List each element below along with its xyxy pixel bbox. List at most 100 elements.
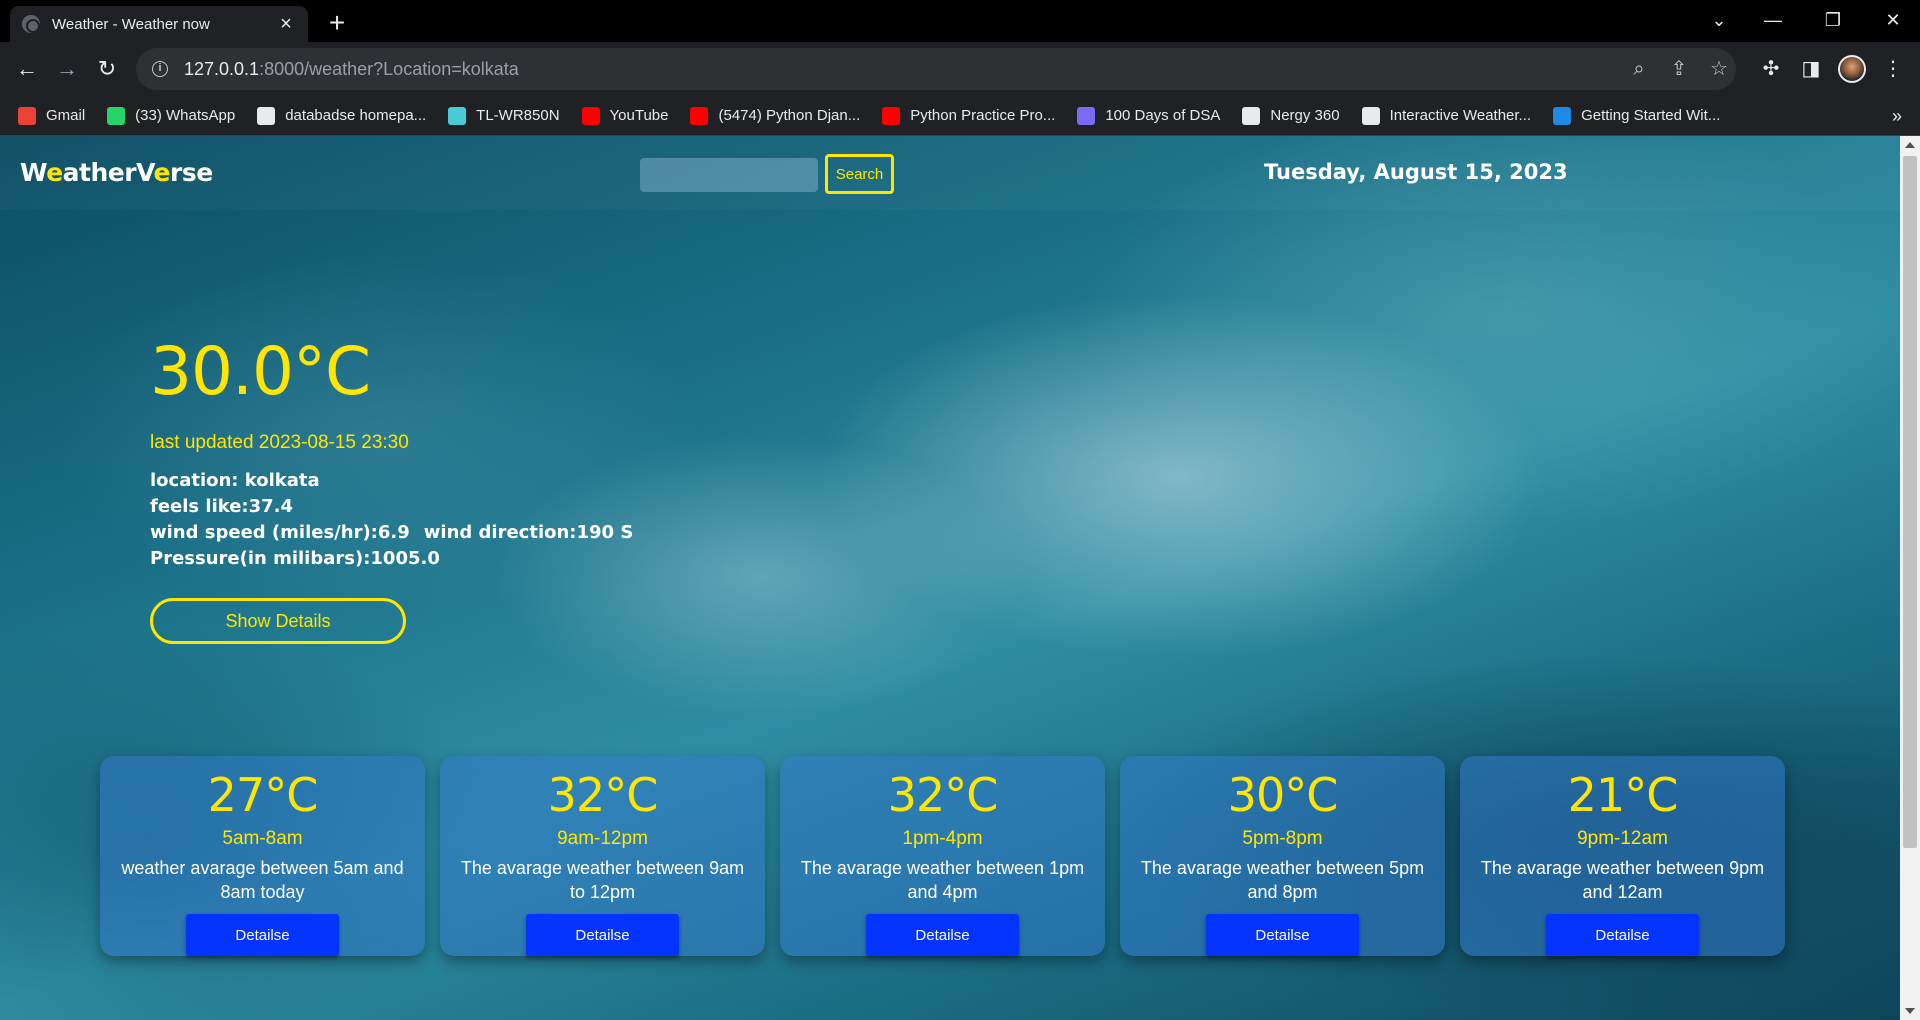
- scroll-down-icon[interactable]: [1905, 1008, 1915, 1014]
- forecast-details-button[interactable]: Detailse: [186, 914, 339, 956]
- forecast-description: The avarage weather between 9am to 12pm: [460, 858, 745, 902]
- bookmark-label: Gmail: [46, 107, 86, 124]
- forecast-details-button[interactable]: Detailse: [1206, 914, 1359, 956]
- forecast-description: The avarage weather between 5pm and 8pm: [1140, 858, 1425, 902]
- share-icon[interactable]: ⇪: [1666, 56, 1692, 82]
- bookmark-item[interactable]: databadse homepa...: [257, 106, 427, 125]
- bookmark-favicon-icon: [107, 106, 126, 125]
- forecast-time-range: 1pm-4pm: [902, 828, 983, 849]
- bookmark-item[interactable]: (33) WhatsApp: [107, 106, 236, 125]
- bookmark-label: TL-WR850N: [476, 107, 560, 124]
- forecast-temperature: 27°C: [207, 768, 319, 822]
- weather-info: location: kolkata feels like:37.4 wind s…: [150, 468, 633, 572]
- bookmark-label: (5474) Python Djan...: [718, 107, 861, 124]
- back-button[interactable]: ←: [12, 54, 42, 84]
- bookmark-favicon-icon: [1242, 106, 1261, 125]
- extensions-icon[interactable]: ✣: [1756, 54, 1786, 84]
- current-weather: 30.0°C last updated 2023-08-15 23:30 loc…: [150, 332, 633, 644]
- wind-direction-text: wind direction:190 S: [423, 522, 634, 543]
- bookmark-favicon-icon: [257, 106, 276, 125]
- bookmark-label: Getting Started Wit...: [1581, 107, 1721, 124]
- forecast-time-range: 9pm-12am: [1577, 828, 1668, 849]
- current-date: Tuesday, August 15, 2023: [1264, 160, 1568, 184]
- tab-title: Weather - Weather now: [52, 15, 210, 33]
- bookmark-item[interactable]: TL-WR850N: [448, 106, 560, 125]
- forecast-card: 32°C 1pm-4pm The avarage weather between 1…: [780, 756, 1105, 956]
- bookmark-star-icon[interactable]: ☆: [1706, 56, 1732, 82]
- forecast-temperature: 21°C: [1567, 768, 1679, 822]
- bookmark-favicon-icon: [882, 106, 901, 125]
- scrollbar-thumb[interactable]: [1903, 156, 1917, 848]
- forecast-time-range: 9am-12pm: [557, 828, 648, 849]
- bookmark-item[interactable]: YouTube: [581, 106, 669, 125]
- reload-button[interactable]: ↻: [92, 54, 122, 84]
- forecast-card: 27°C 5am-8am weather avarage between 5am a…: [100, 756, 425, 956]
- forecast-temperature: 30°C: [1227, 768, 1339, 822]
- site-info-icon[interactable]: i: [152, 61, 168, 77]
- bookmark-favicon-icon: [1077, 106, 1096, 125]
- bookmark-item[interactable]: Getting Started Wit...: [1553, 106, 1721, 125]
- url-text[interactable]: 127.0.0.1:8000/weather?Location=kolkata: [184, 59, 519, 80]
- forecast-time-range: 5pm-8pm: [1242, 828, 1323, 849]
- page-scrollbar[interactable]: [1900, 136, 1920, 1020]
- bookmark-favicon-icon: [448, 106, 467, 125]
- feels-like-text: feels like:37.4: [150, 496, 294, 517]
- profile-avatar[interactable]: [1838, 55, 1866, 83]
- bookmark-label: Nergy 360: [1270, 107, 1340, 124]
- forecast-card: 21°C 9pm-12am The avarage weather between …: [1460, 756, 1785, 956]
- forecast-card: 30°C 5pm-8pm The avarage weather between 5…: [1120, 756, 1445, 956]
- minimize-button[interactable]: —: [1746, 0, 1800, 40]
- forecast-details-button[interactable]: Detailse: [1546, 914, 1699, 956]
- bookmark-label: (33) WhatsApp: [135, 107, 236, 124]
- bookmark-favicon-icon: [18, 106, 36, 125]
- close-tab-icon[interactable]: ×: [276, 14, 296, 34]
- bookmark-label: databadse homepa...: [285, 107, 427, 124]
- browser-tab[interactable]: Weather - Weather now ×: [10, 6, 308, 42]
- brand-logo[interactable]: WeatherVerse: [20, 158, 213, 187]
- site-navbar: WeatherVerse Search Tuesday, August 15, …: [0, 136, 1900, 210]
- bookmark-item[interactable]: Interactive Weather...: [1361, 106, 1531, 125]
- location-search-input[interactable]: [640, 158, 818, 192]
- last-updated: last updated 2023-08-15 23:30: [150, 432, 409, 453]
- zoom-icon[interactable]: ⌕: [1626, 56, 1652, 82]
- bookmark-item[interactable]: Gmail: [18, 106, 86, 125]
- globe-icon: [22, 15, 40, 33]
- forward-button[interactable]: →: [52, 54, 82, 84]
- pressure-text: Pressure(in milibars):1005.0: [150, 548, 440, 569]
- location-text: location: kolkata: [150, 470, 320, 491]
- bookmark-favicon-icon: [1361, 106, 1380, 125]
- forecast-temperature: 32°C: [887, 768, 999, 822]
- forecast-time-range: 5am-8am: [222, 828, 303, 849]
- bookmark-label: Python Practice Pro...: [910, 107, 1056, 124]
- forecast-details-button[interactable]: Detailse: [526, 914, 679, 956]
- tab-search-icon[interactable]: ⌄: [1692, 0, 1746, 40]
- forecast-temperature: 32°C: [547, 768, 659, 822]
- side-panel-icon[interactable]: ◨: [1796, 54, 1826, 84]
- tab-strip: Weather - Weather now × + ⌄ — ❐ ✕: [0, 0, 1920, 42]
- bookmark-label: 100 Days of DSA: [1105, 107, 1221, 124]
- search-button[interactable]: Search: [825, 154, 894, 194]
- forecast-card: 32°C 9am-12pm The avarage weather between …: [440, 756, 765, 956]
- new-tab-button[interactable]: +: [322, 8, 352, 38]
- wind-speed-text: wind speed (miles/hr):6.9: [150, 522, 410, 543]
- bookmark-favicon-icon: [690, 106, 709, 125]
- show-details-button[interactable]: Show Details: [150, 598, 406, 644]
- restore-button[interactable]: ❐: [1806, 0, 1860, 40]
- menu-kebab-icon[interactable]: ⋮: [1878, 54, 1908, 84]
- bookmark-item[interactable]: 100 Days of DSA: [1077, 106, 1221, 125]
- bookmark-item[interactable]: Python Practice Pro...: [882, 106, 1056, 125]
- bookmark-label: YouTube: [609, 107, 669, 124]
- forecast-details-button[interactable]: Detailse: [866, 914, 1019, 956]
- wind-row: wind speed (miles/hr):6.9 wind direction:…: [150, 520, 633, 546]
- current-temperature: 30.0°C: [150, 333, 371, 410]
- more-bookmarks-icon[interactable]: »: [1892, 106, 1902, 127]
- scroll-up-icon[interactable]: [1905, 142, 1915, 148]
- bookmark-item[interactable]: Nergy 360: [1242, 106, 1340, 125]
- bookmark-favicon-icon: [1553, 106, 1572, 125]
- browser-toolbar: ← → ↻ i 127.0.0.1:8000/weather?Location=…: [0, 42, 1920, 96]
- address-bar[interactable]: i 127.0.0.1:8000/weather?Location=kolkat…: [136, 48, 1736, 90]
- bookmark-item[interactable]: (5474) Python Djan...: [690, 106, 861, 125]
- close-window-button[interactable]: ✕: [1866, 0, 1920, 40]
- bookmarks-bar: Gmail (33) WhatsApp databadse homepa... TL-…: [0, 96, 1920, 136]
- forecast-cards: 27°C 5am-8am weather avarage between 5am a…: [100, 756, 1790, 956]
